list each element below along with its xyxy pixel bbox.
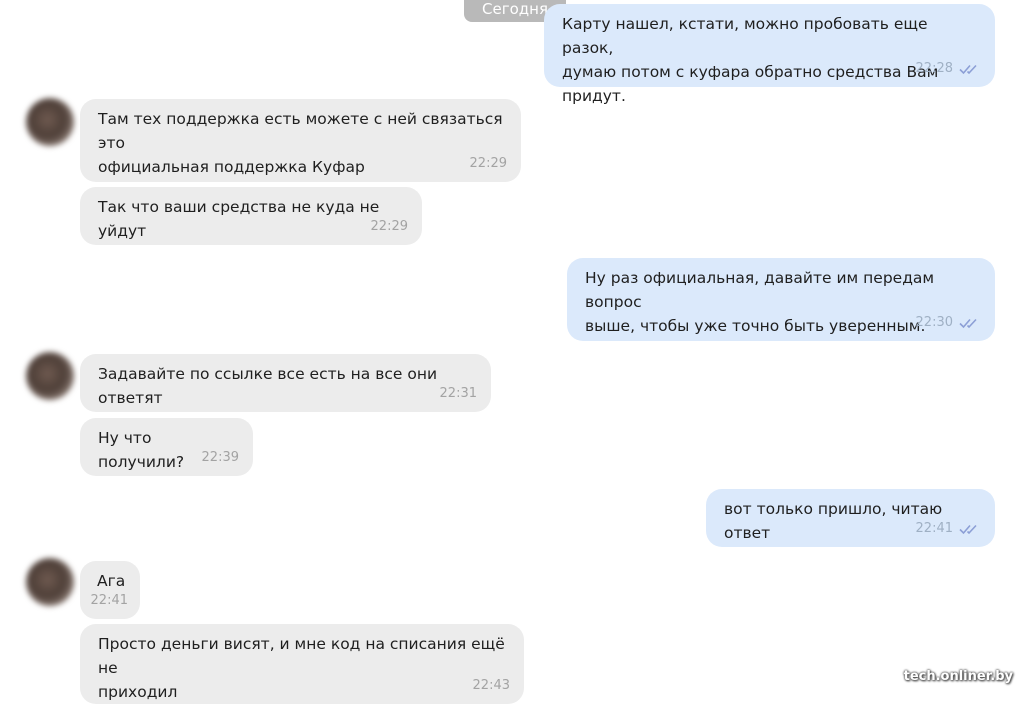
watermark: tech.onliner.by <box>903 669 1013 684</box>
message-incoming[interactable]: Там тех поддержка есть можете с ней связ… <box>80 99 521 182</box>
message-text: Задавайте по ссылке все есть на все они … <box>98 365 438 407</box>
message-meta: 22:29 <box>470 152 507 176</box>
message-incoming[interactable]: Ага 22:41 <box>80 561 140 619</box>
message-time: 22:29 <box>469 156 507 171</box>
message-text: Так что ваши средства не куда не уйдут <box>98 198 380 240</box>
message-time: 22:43 <box>472 678 510 693</box>
message-meta: 22:43 <box>473 674 510 698</box>
message-meta: 22:41 <box>916 517 981 541</box>
message-time: 22:41 <box>915 521 953 536</box>
message-time: 22:39 <box>201 450 239 465</box>
message-meta: 22:41 <box>91 589 128 613</box>
message-incoming[interactable]: Просто деньги висят, и мне код на списан… <box>80 624 524 704</box>
message-time: 22:31 <box>439 386 477 401</box>
message-outgoing[interactable]: вот только пришло, читаю ответ 22:41 <box>706 489 995 547</box>
message-text: Просто деньги висят, и мне код на списан… <box>98 635 505 701</box>
message-incoming[interactable]: Ну что получили? 22:39 <box>80 418 253 476</box>
message-meta: 22:28 <box>916 57 981 81</box>
message-meta: 22:30 <box>916 311 981 335</box>
message-meta: 22:31 <box>440 382 477 406</box>
message-text: Там тех поддержка есть можете с ней связ… <box>98 110 503 176</box>
message-time: 22:41 <box>90 593 128 608</box>
message-incoming[interactable]: Задавайте по ссылке все есть на все они … <box>80 354 491 412</box>
message-time: 22:29 <box>370 219 408 234</box>
avatar[interactable] <box>26 352 74 400</box>
message-outgoing[interactable]: Ну раз официальная, давайте им передам в… <box>567 258 995 341</box>
avatar[interactable] <box>26 558 74 606</box>
double-check-icon <box>959 318 977 329</box>
message-time: 22:30 <box>915 315 953 330</box>
message-incoming[interactable]: Так что ваши средства не куда не уйдут 2… <box>80 187 422 245</box>
message-outgoing[interactable]: Карту нашел, кстати, можно пробовать еще… <box>544 4 995 105</box>
double-check-icon <box>959 524 977 535</box>
message-meta: 22:39 <box>202 446 239 470</box>
message-time: 22:28 <box>915 61 953 76</box>
double-check-icon <box>959 64 977 75</box>
message-meta: 22:29 <box>371 215 408 239</box>
avatar[interactable] <box>26 98 74 146</box>
